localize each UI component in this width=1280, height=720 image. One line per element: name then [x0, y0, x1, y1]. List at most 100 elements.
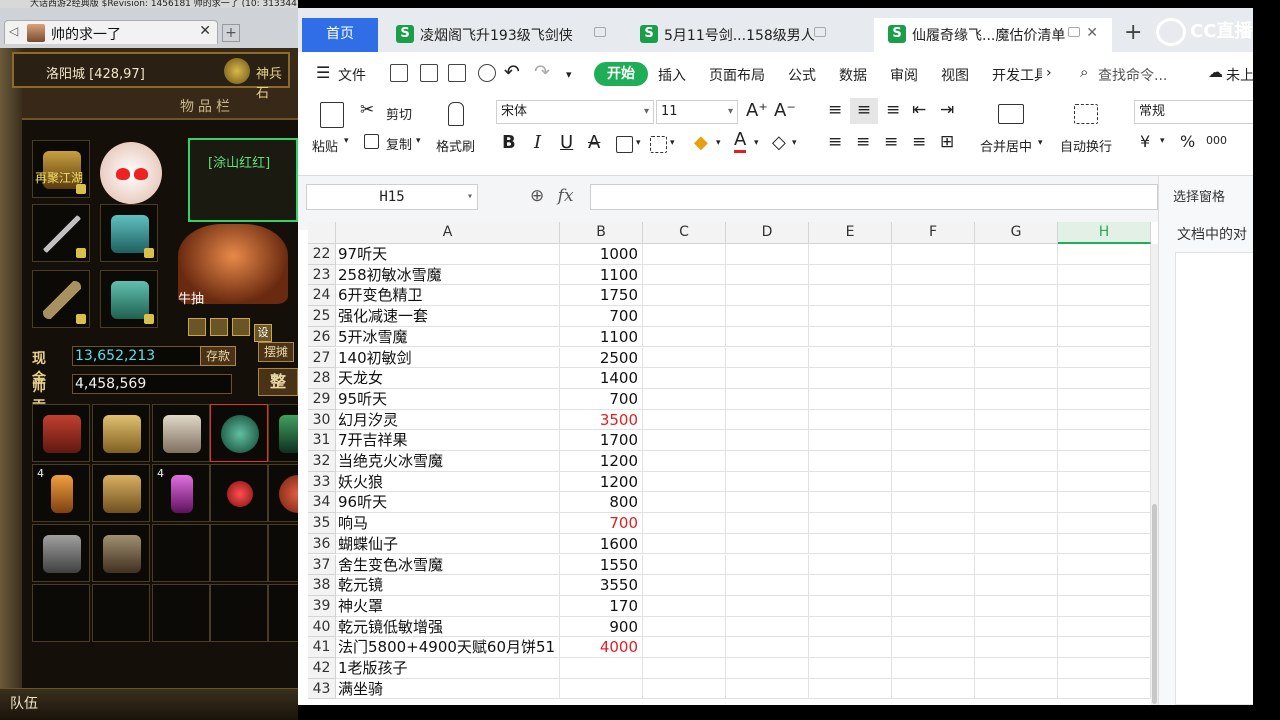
- spreadsheet-grid[interactable]: ABCDEFGH 22 97听天 1000 23 258初敏冰雪魔 1100 24 6开变色精…: [308, 222, 1158, 705]
- inventory-slot[interactable]: [268, 404, 298, 462]
- vertical-scrollbar[interactable]: [1151, 244, 1158, 705]
- cell-price[interactable]: 1750: [560, 285, 643, 307]
- cell-empty[interactable]: [892, 368, 975, 389]
- cell-empty[interactable]: [726, 637, 809, 658]
- cell-empty[interactable]: [892, 678, 975, 700]
- cell-empty[interactable]: [643, 451, 726, 472]
- document-tab-3[interactable]: S 仙履奇缘飞...魔估价清单 ✕: [874, 18, 1112, 52]
- cell-price[interactable]: 3550: [560, 575, 643, 596]
- menu-start[interactable]: 开始: [594, 62, 648, 86]
- cell-empty[interactable]: [643, 637, 726, 658]
- cell-empty[interactable]: [975, 616, 1058, 638]
- cell-empty[interactable]: [809, 637, 892, 658]
- cell-empty[interactable]: [643, 306, 726, 327]
- menu-data[interactable]: 数据: [839, 65, 867, 85]
- formula-input[interactable]: [590, 184, 1158, 210]
- equip-slot-boots[interactable]: [100, 270, 158, 328]
- column-header-g[interactable]: G: [975, 222, 1058, 244]
- cell-empty[interactable]: [643, 409, 726, 431]
- cell-empty[interactable]: [1058, 430, 1151, 451]
- cell-empty[interactable]: [643, 368, 726, 389]
- wrap-text-button[interactable]: 自动换行: [1060, 136, 1112, 155]
- inventory-slot[interactable]: [152, 584, 210, 642]
- cell-item-name[interactable]: 神火罩: [336, 595, 560, 617]
- stall-button[interactable]: 摆摊: [258, 342, 294, 362]
- cell-item-name[interactable]: 乾元镜低敏增强: [336, 616, 560, 638]
- cell-empty[interactable]: [892, 595, 975, 617]
- row-number[interactable]: 39: [308, 595, 336, 617]
- chevron-right-icon[interactable]: ›: [1046, 65, 1052, 81]
- cell-price[interactable]: 700: [560, 306, 643, 327]
- select-all-corner[interactable]: [308, 222, 336, 244]
- chevron-down-icon[interactable]: ▾: [636, 138, 641, 148]
- cell-empty[interactable]: [809, 306, 892, 327]
- wrap-icon[interactable]: [1074, 104, 1098, 124]
- cell-empty[interactable]: [892, 471, 975, 493]
- row-number[interactable]: 43: [308, 678, 336, 700]
- row-number[interactable]: 34: [308, 492, 336, 514]
- cell-empty[interactable]: [726, 595, 809, 617]
- new-tab-button[interactable]: +: [1124, 20, 1142, 45]
- cell-item-name[interactable]: 妖火狼: [336, 471, 560, 493]
- cell-empty[interactable]: [643, 244, 726, 265]
- close-icon[interactable]: ✕: [199, 23, 211, 39]
- thousands-button[interactable]: 000: [1206, 134, 1227, 147]
- row-number[interactable]: 25: [308, 306, 336, 327]
- cell-empty[interactable]: [975, 409, 1058, 431]
- cell-empty[interactable]: [726, 533, 809, 555]
- cell-empty[interactable]: [809, 471, 892, 493]
- document-tab-2[interactable]: S 5月11号剑...158级男人: [626, 18, 870, 52]
- chevron-down-icon[interactable]: ▾: [716, 138, 721, 148]
- cell-empty[interactable]: [809, 533, 892, 555]
- border-icon[interactable]: [616, 136, 633, 153]
- menu-developer[interactable]: 开发工具: [992, 65, 1042, 85]
- row-number[interactable]: 23: [308, 264, 336, 286]
- menu-view[interactable]: 视图: [941, 65, 969, 85]
- row-number[interactable]: 33: [308, 471, 336, 493]
- cell-empty[interactable]: [643, 388, 726, 410]
- cell-price[interactable]: 1200: [560, 471, 643, 493]
- cell-empty[interactable]: [975, 244, 1058, 265]
- row-number[interactable]: 31: [308, 430, 336, 451]
- percent-button[interactable]: %: [1180, 132, 1195, 151]
- cell-empty[interactable]: [892, 285, 975, 307]
- cell-item-name[interactable]: 强化减速一套: [336, 306, 560, 327]
- cell-empty[interactable]: [975, 285, 1058, 307]
- cell-empty[interactable]: [809, 430, 892, 451]
- cell-style-icon[interactable]: [650, 136, 667, 153]
- cell-price[interactable]: 1000: [560, 244, 643, 265]
- chevron-down-icon[interactable]: ▾: [754, 138, 759, 148]
- print-icon[interactable]: [448, 64, 466, 82]
- cell-empty[interactable]: [1058, 306, 1151, 327]
- cell-empty[interactable]: [809, 326, 892, 348]
- equip-slot-accessory[interactable]: [32, 270, 90, 328]
- home-tab[interactable]: 首页: [302, 18, 378, 52]
- cell-empty[interactable]: [643, 575, 726, 596]
- cell-empty[interactable]: [1058, 554, 1151, 576]
- cell-empty[interactable]: [643, 533, 726, 555]
- row-number[interactable]: 40: [308, 616, 336, 638]
- scissors-icon[interactable]: ✂: [360, 100, 374, 120]
- game-tab[interactable]: ◁ 帅的求一了 ✕: [4, 20, 218, 44]
- menu-review[interactable]: 审阅: [890, 65, 918, 85]
- number-format-select[interactable]: 常规: [1134, 100, 1253, 124]
- cell-empty[interactable]: [892, 513, 975, 534]
- cell-empty[interactable]: [1058, 575, 1151, 596]
- equip-slot-weapon[interactable]: [32, 204, 90, 262]
- row-number[interactable]: 41: [308, 637, 336, 658]
- cell-empty[interactable]: [809, 595, 892, 617]
- preview-icon[interactable]: [478, 64, 496, 82]
- chevron-down-icon[interactable]: ▾: [1160, 136, 1165, 146]
- font-size-select[interactable]: 11 ▾: [656, 100, 738, 124]
- chevron-down-icon[interactable]: ▾: [566, 68, 572, 81]
- cell-empty[interactable]: [892, 326, 975, 348]
- decrease-font-icon[interactable]: A⁻: [774, 100, 796, 121]
- cell-empty[interactable]: [809, 451, 892, 472]
- fill-color-icon[interactable]: ◆: [694, 132, 708, 153]
- cell-price[interactable]: 1100: [560, 326, 643, 348]
- menu-file[interactable]: 文件: [338, 65, 366, 85]
- align-top-icon[interactable]: ≡: [828, 100, 842, 120]
- cell-empty[interactable]: [892, 244, 975, 265]
- cell-price[interactable]: 170: [560, 595, 643, 617]
- cell-empty[interactable]: [892, 616, 975, 638]
